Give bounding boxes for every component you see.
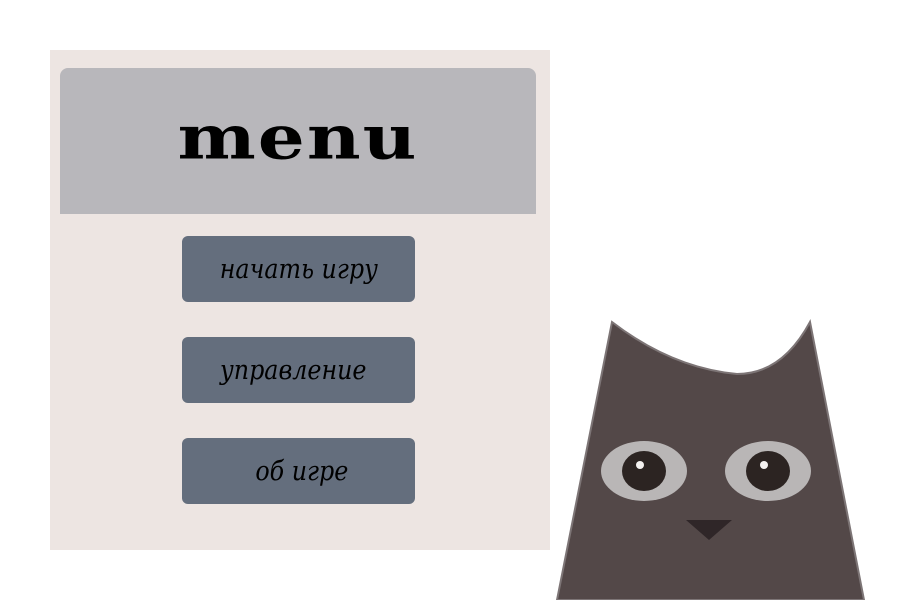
menu-header: menu bbox=[60, 68, 536, 214]
menu-panel: menu начать игру управление об игре bbox=[50, 50, 550, 550]
controls-button[interactable]: управление bbox=[182, 337, 415, 403]
owl-body bbox=[555, 319, 866, 600]
owl-right-eye-highlight bbox=[760, 461, 768, 469]
start-game-button-label: начать игру bbox=[219, 253, 378, 285]
start-game-button[interactable]: начать игру bbox=[182, 236, 415, 302]
controls-button-label: управление bbox=[220, 354, 367, 386]
about-game-button-label: об игре bbox=[255, 455, 348, 487]
owl-left-eye-highlight bbox=[636, 461, 644, 469]
owl-left-pupil bbox=[622, 451, 666, 491]
owl-icon bbox=[555, 319, 866, 600]
about-game-button[interactable]: об игре bbox=[182, 438, 415, 504]
menu-title: menu bbox=[177, 102, 419, 174]
owl-right-pupil bbox=[746, 451, 790, 491]
